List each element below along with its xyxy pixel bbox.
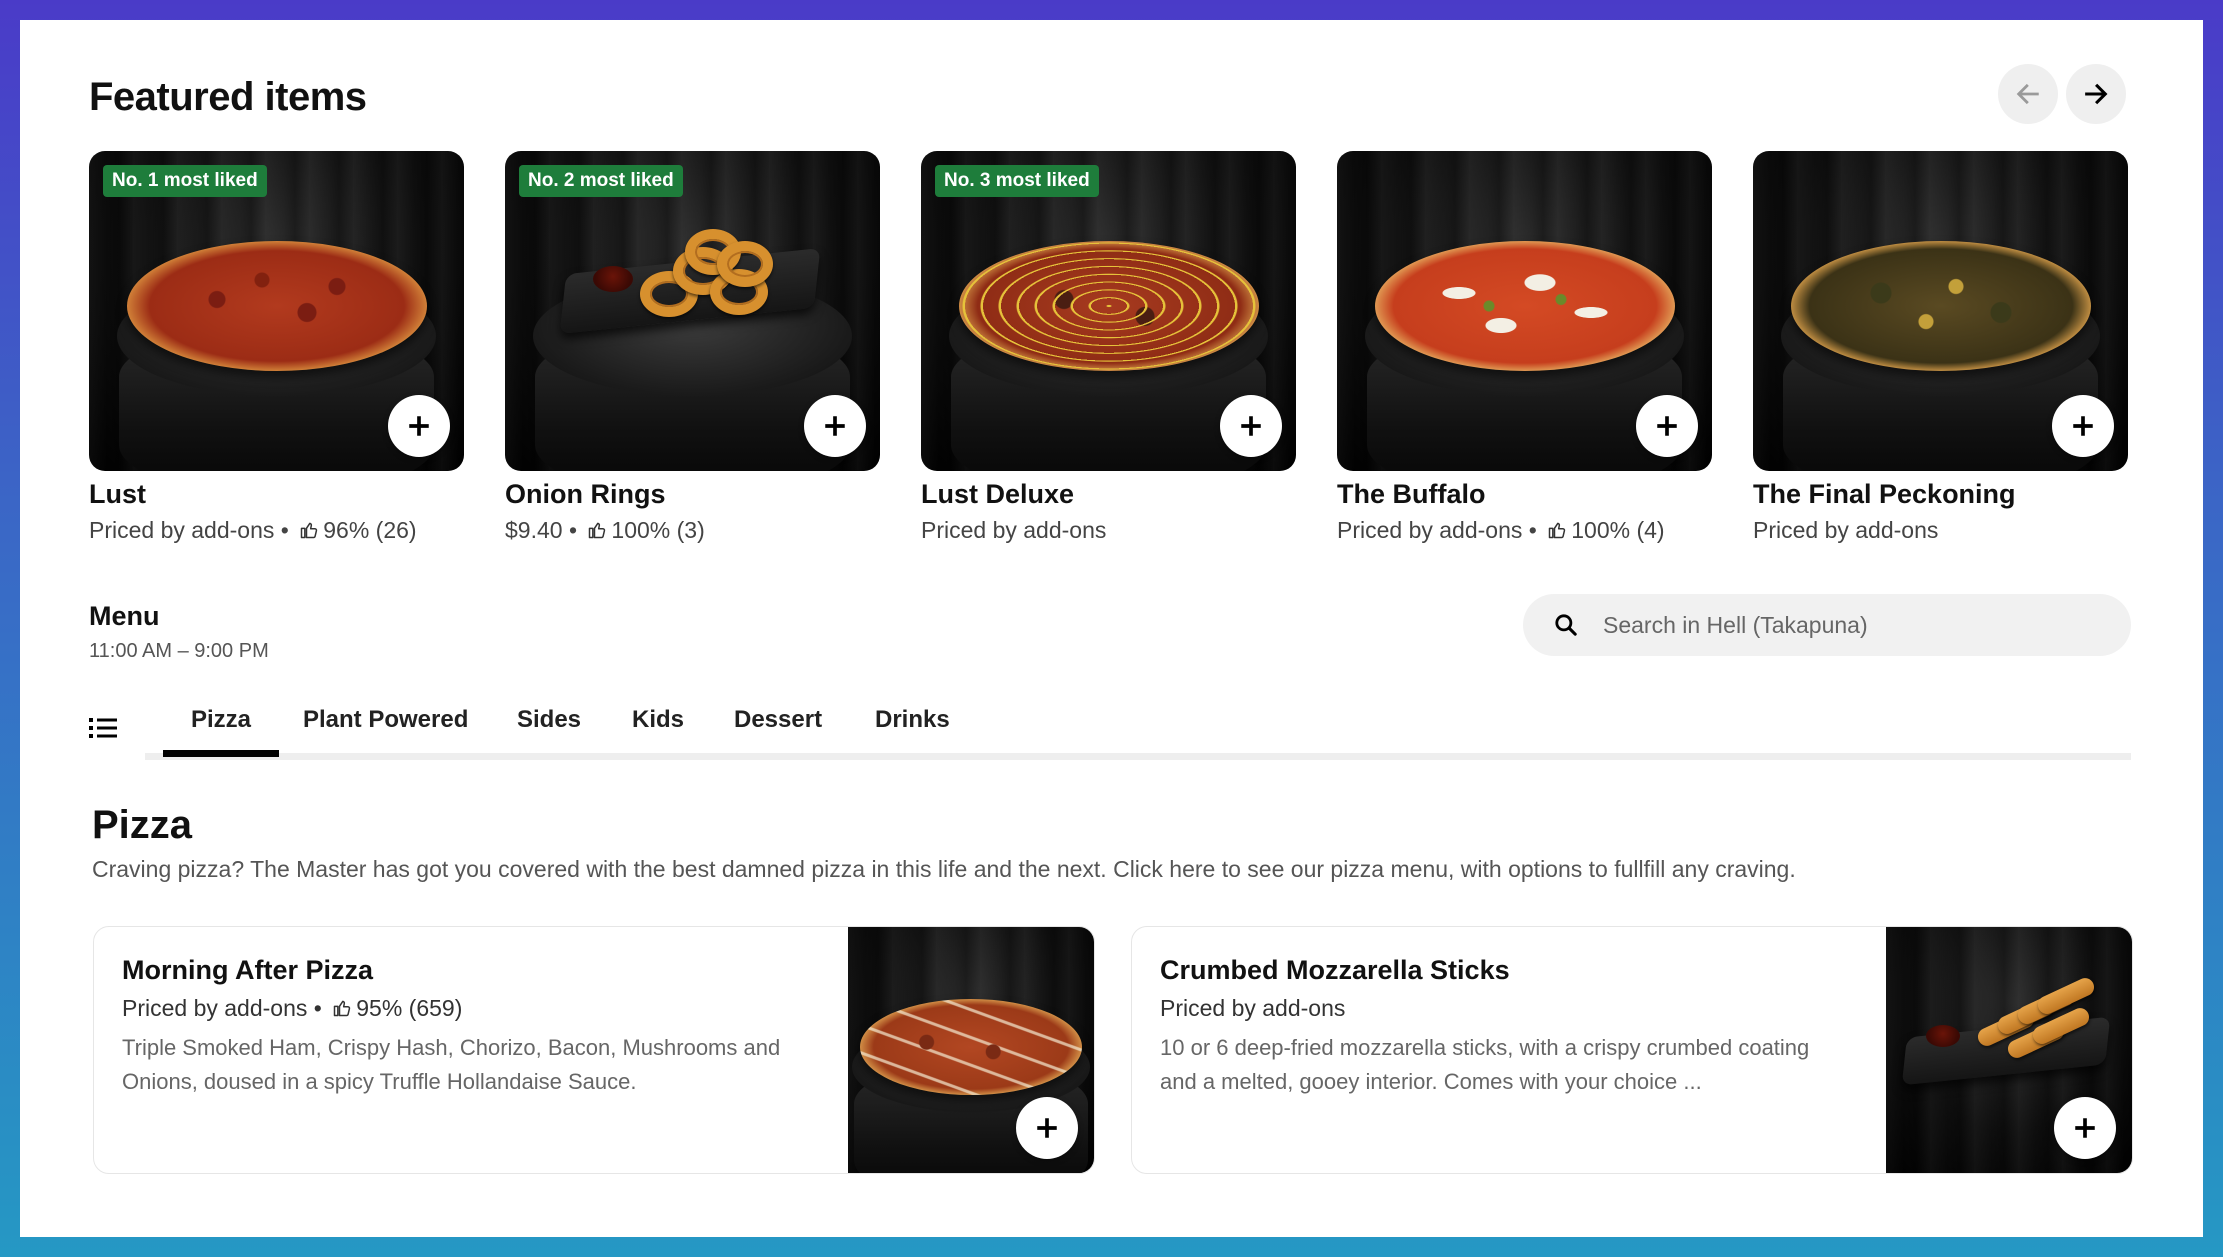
section-description[interactable]: Craving pizza? The Master has got you co…	[92, 856, 1796, 883]
add-to-cart-button[interactable]	[2054, 1097, 2116, 1159]
add-to-cart-button[interactable]	[1016, 1097, 1078, 1159]
item-price: Priced by add-ons	[1753, 517, 1939, 543]
menu-item-morning-after-pizza[interactable]: Morning After Pizza Priced by add-ons • …	[93, 926, 1095, 1174]
plus-icon	[2075, 1118, 2095, 1138]
item-price: Priced by add-ons	[1160, 995, 1346, 1021]
pizza-image	[1375, 241, 1675, 371]
item-price: $9.40	[505, 517, 563, 543]
store-page: Featured items No. 1 most liked Lust Pri…	[20, 20, 2203, 1237]
item-name: Crumbed Mozzarella Sticks	[1160, 955, 1510, 985]
featured-card-lust-deluxe[interactable]: No. 3 most liked Lust Deluxe Priced by a…	[921, 151, 1296, 545]
add-to-cart-button[interactable]	[1636, 395, 1698, 457]
separator: •	[307, 995, 329, 1021]
menu-title: Menu	[89, 601, 160, 631]
item-name: Lust Deluxe	[921, 479, 1075, 509]
item-price: Priced by add-ons	[89, 517, 275, 543]
tab-pizza[interactable]: Pizza	[162, 706, 280, 757]
dipping-sauce	[593, 266, 633, 292]
thumbs-up-icon	[1547, 520, 1567, 540]
plus-icon	[409, 416, 429, 436]
item-rating: 100% (4)	[1571, 517, 1665, 543]
featured-image	[1337, 151, 1712, 471]
tab-dessert[interactable]: Dessert	[734, 706, 822, 734]
pizza-image	[959, 241, 1259, 371]
item-name: Morning After Pizza	[122, 955, 374, 985]
search-bar[interactable]	[1523, 594, 2131, 656]
menu-item-crumbed-mozzarella-sticks[interactable]: Crumbed Mozzarella Sticks Priced by add-…	[1131, 926, 2133, 1174]
item-meta: Priced by add-ons	[1753, 515, 2128, 545]
item-name: The Buffalo	[1337, 479, 1486, 509]
pizza-image	[127, 241, 427, 371]
item-rating: 100% (3)	[611, 517, 705, 543]
item-meta: Priced by add-ons	[1160, 993, 1850, 1023]
item-price: Priced by add-ons	[1337, 517, 1523, 543]
tab-kids[interactable]: Kids	[632, 706, 684, 734]
search-icon	[1555, 614, 1577, 636]
category-tabs: Pizza Plant Powered Sides Kids Dessert D…	[89, 688, 2131, 760]
item-price: Priced by add-ons	[122, 995, 308, 1021]
pizza-image	[860, 999, 1082, 1095]
featured-card-the-final-peckoning[interactable]: The Final Peckoning Priced by add-ons	[1753, 151, 2128, 545]
dipping-sauce	[1926, 1025, 1960, 1047]
plus-icon	[2073, 416, 2093, 436]
separator: •	[1522, 517, 1544, 543]
onion-ring	[717, 241, 773, 287]
plus-icon	[825, 416, 845, 436]
featured-image: No. 2 most liked	[505, 151, 880, 471]
plus-icon	[1657, 416, 1677, 436]
featured-items-title: Featured items	[89, 75, 367, 119]
add-to-cart-button[interactable]	[388, 395, 450, 457]
carousel-prev-button[interactable]	[1998, 64, 2058, 124]
item-description: Triple Smoked Ham, Crispy Hash, Chorizo,…	[122, 1035, 781, 1094]
item-info: Crumbed Mozzarella Sticks Priced by add-…	[1160, 953, 1850, 1099]
item-rating: 95% (659)	[356, 995, 463, 1021]
thumbs-up-icon	[587, 520, 607, 540]
item-meta: Priced by add-ons	[921, 515, 1296, 545]
most-liked-badge: No. 3 most liked	[935, 165, 1099, 197]
item-meta: $9.40 • 100% (3)	[505, 515, 880, 545]
featured-card-onion-rings[interactable]: No. 2 most liked Onion Rings $9.40 • 100…	[505, 151, 880, 545]
arrow-right-icon	[2085, 83, 2108, 105]
tab-sides[interactable]: Sides	[517, 706, 581, 734]
carousel-next-button[interactable]	[2066, 64, 2126, 124]
item-name: Lust	[89, 479, 146, 509]
item-name: Onion Rings	[505, 479, 666, 509]
item-price: Priced by add-ons	[921, 517, 1107, 543]
plus-icon	[1241, 416, 1261, 436]
separator: •	[562, 517, 584, 543]
featured-card-lust[interactable]: No. 1 most liked Lust Priced by add-ons …	[89, 151, 464, 545]
featured-image	[1753, 151, 2128, 471]
add-to-cart-button[interactable]	[1220, 395, 1282, 457]
thumbs-up-icon	[332, 998, 352, 1018]
item-meta: Priced by add-ons • 95% (659)	[122, 993, 812, 1023]
item-meta: Priced by add-ons • 96% (26)	[89, 515, 464, 545]
menu-hours: 11:00 AM – 9:00 PM	[89, 640, 269, 662]
separator: •	[274, 517, 296, 543]
item-rating: 96% (26)	[323, 517, 417, 543]
most-liked-badge: No. 2 most liked	[519, 165, 683, 197]
list-icon[interactable]	[89, 714, 119, 742]
featured-image: No. 1 most liked	[89, 151, 464, 471]
arrow-left-icon	[2016, 83, 2039, 105]
featured-image: No. 3 most liked	[921, 151, 1296, 471]
item-description: 10 or 6 deep-fried mozzarella sticks, wi…	[1160, 1035, 1810, 1094]
item-info: Morning After Pizza Priced by add-ons • …	[122, 953, 812, 1099]
section-title: Pizza	[92, 803, 193, 847]
tabs-divider	[145, 753, 2131, 760]
tab-plant-powered[interactable]: Plant Powered	[303, 706, 468, 734]
add-to-cart-button[interactable]	[2052, 395, 2114, 457]
featured-card-the-buffalo[interactable]: The Buffalo Priced by add-ons • 100% (4)	[1337, 151, 1712, 545]
most-liked-badge: No. 1 most liked	[103, 165, 267, 197]
add-to-cart-button[interactable]	[804, 395, 866, 457]
item-name: The Final Peckoning	[1753, 479, 2016, 509]
thumbs-up-icon	[299, 520, 319, 540]
item-meta: Priced by add-ons • 100% (4)	[1337, 515, 1712, 545]
search-input[interactable]	[1601, 610, 2085, 640]
pizza-image	[1791, 241, 2091, 371]
tab-drinks[interactable]: Drinks	[875, 706, 950, 734]
plus-icon	[1037, 1118, 1057, 1138]
